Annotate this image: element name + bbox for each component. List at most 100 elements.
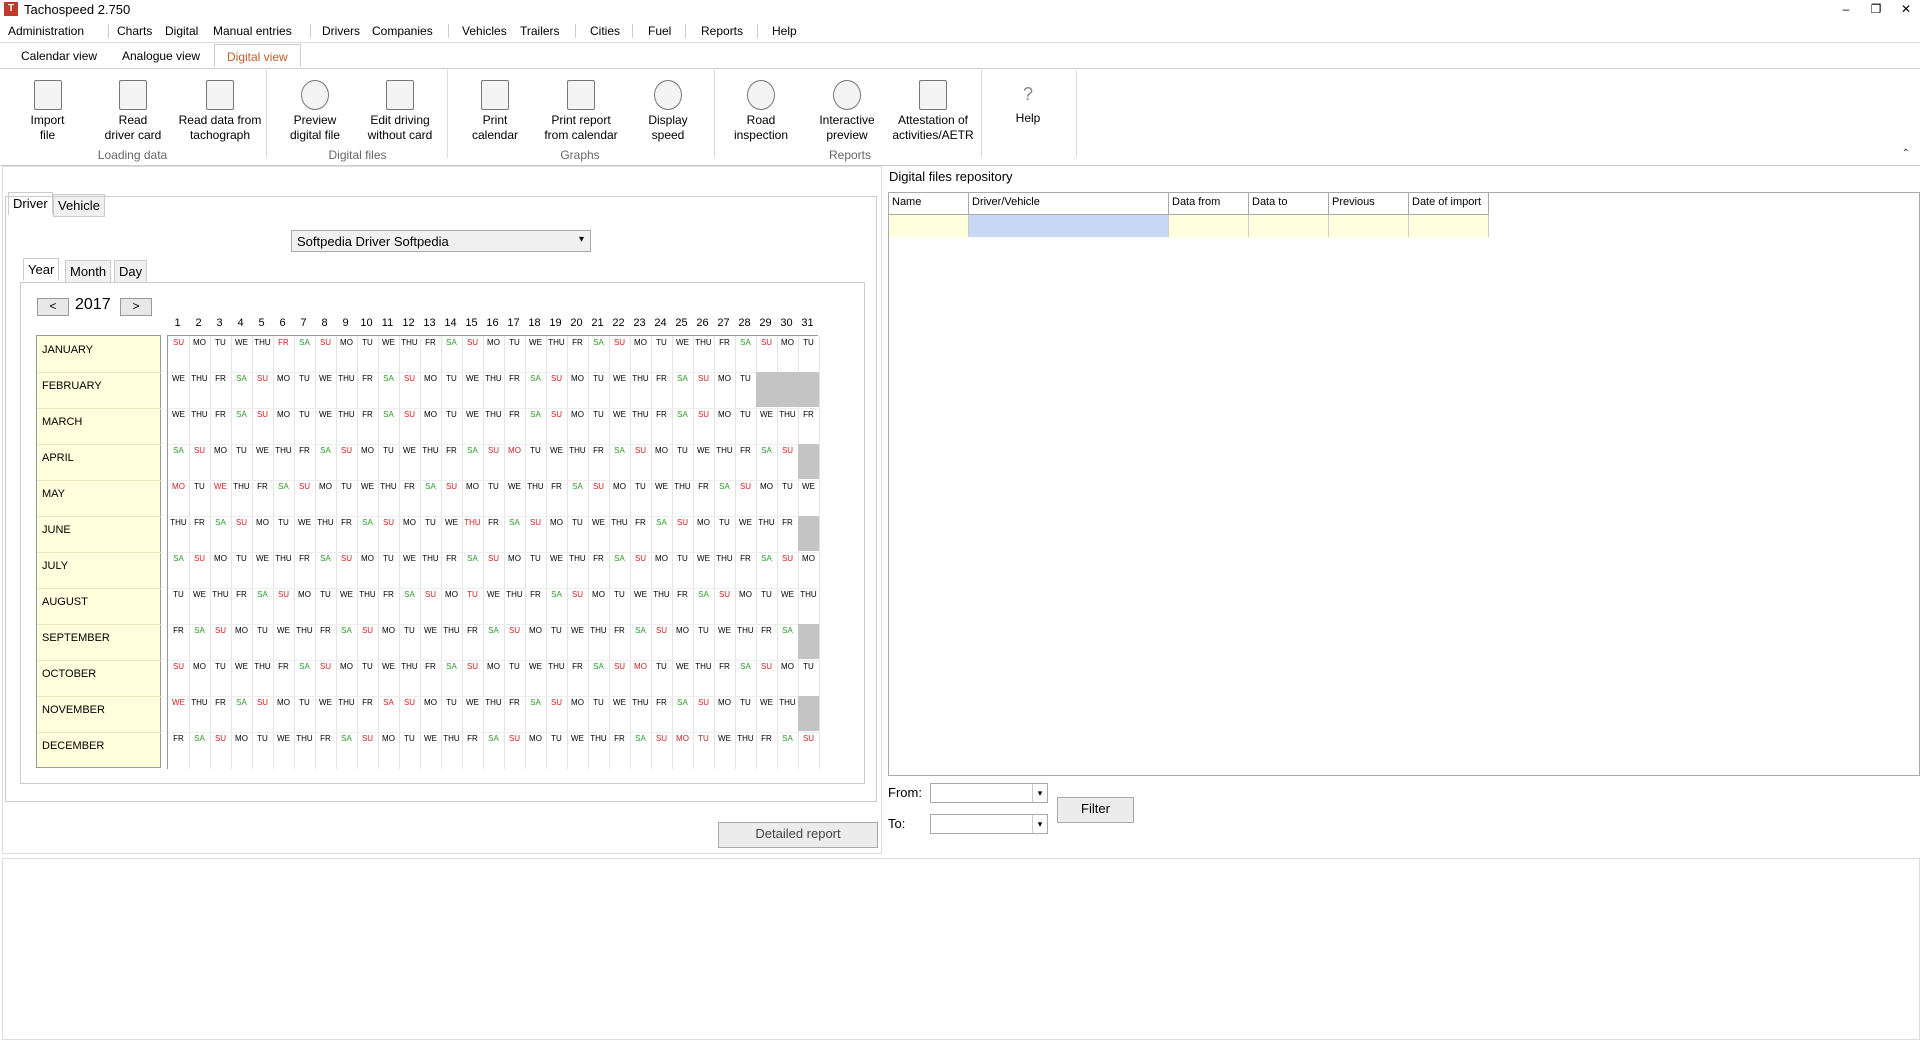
interactive-preview-button[interactable]: Interactive preview bbox=[811, 80, 883, 143]
calendar-day-cell[interactable]: THU bbox=[777, 410, 798, 419]
calendar-day-cell[interactable]: TU bbox=[441, 410, 462, 419]
calendar-day-cell[interactable]: MO bbox=[504, 554, 525, 563]
calendar-day-cell[interactable]: THU bbox=[714, 554, 735, 563]
calendar-day-cell[interactable]: WE bbox=[420, 734, 441, 743]
calendar-day-cell[interactable]: MO bbox=[651, 554, 672, 563]
calendar-day-cell[interactable]: MO bbox=[567, 410, 588, 419]
calendar-day-cell[interactable]: SA bbox=[357, 518, 378, 527]
calendar-day-cell[interactable]: FR bbox=[315, 734, 336, 743]
calendar-day-cell[interactable]: FR bbox=[546, 482, 567, 491]
calendar-day-cell[interactable]: TU bbox=[378, 446, 399, 455]
calendar-day-cell[interactable]: MO bbox=[525, 734, 546, 743]
calendar-day-cell[interactable]: TU bbox=[693, 626, 714, 635]
calendar-day-cell[interactable]: THU bbox=[693, 662, 714, 671]
calendar-day-cell[interactable]: SA bbox=[399, 590, 420, 599]
calendar-day-cell[interactable]: MO bbox=[462, 482, 483, 491]
calendar-day-cell[interactable]: FR bbox=[420, 662, 441, 671]
calendar-day-cell[interactable]: SA bbox=[714, 482, 735, 491]
calendar-day-cell[interactable]: TU bbox=[651, 338, 672, 347]
calendar-day-cell[interactable]: SU bbox=[189, 446, 210, 455]
calendar-day-cell[interactable]: WE bbox=[462, 410, 483, 419]
calendar-day-cell[interactable]: WE bbox=[504, 482, 525, 491]
tab-year[interactable]: Year bbox=[23, 258, 60, 281]
table-cell[interactable] bbox=[889, 215, 969, 237]
calendar-day-cell[interactable]: THU bbox=[546, 338, 567, 347]
calendar-day-cell[interactable]: WE bbox=[546, 554, 567, 563]
calendar-day-cell[interactable]: MO bbox=[651, 446, 672, 455]
calendar-day-cell[interactable]: THU bbox=[294, 734, 315, 743]
calendar-day-cell[interactable]: TU bbox=[252, 734, 273, 743]
calendar-day-cell[interactable]: FR bbox=[168, 626, 189, 635]
calendar-day-cell[interactable]: SA bbox=[735, 338, 756, 347]
calendar-day-cell[interactable]: MO bbox=[714, 698, 735, 707]
calendar-day-cell[interactable]: SU bbox=[567, 590, 588, 599]
calendar-day-cell[interactable]: WE bbox=[714, 626, 735, 635]
calendar-day-cell[interactable]: TU bbox=[210, 338, 231, 347]
calendar-day-cell[interactable]: MO bbox=[504, 446, 525, 455]
calendar-day-cell[interactable]: TU bbox=[168, 590, 189, 599]
next-year-button[interactable]: > bbox=[120, 298, 152, 316]
calendar-day-cell[interactable]: FR bbox=[231, 590, 252, 599]
calendar-day-cell[interactable]: MO bbox=[315, 482, 336, 491]
calendar-day-cell[interactable]: SA bbox=[315, 554, 336, 563]
calendar-day-cell[interactable]: MO bbox=[210, 554, 231, 563]
calendar-day-cell[interactable]: SU bbox=[651, 734, 672, 743]
calendar-day-cell[interactable]: SA bbox=[777, 626, 798, 635]
calendar-day-cell[interactable]: FR bbox=[315, 626, 336, 635]
calendar-day-cell[interactable]: THU bbox=[168, 518, 189, 527]
calendar-day-cell[interactable]: FR bbox=[357, 698, 378, 707]
calendar-day-cell[interactable]: WE bbox=[252, 446, 273, 455]
calendar-day-cell[interactable]: WE bbox=[714, 734, 735, 743]
calendar-day-cell[interactable]: SA bbox=[168, 554, 189, 563]
driver-select[interactable]: Softpedia Driver Softpedia ▾ bbox=[291, 230, 591, 252]
calendar-day-cell[interactable]: SA bbox=[483, 734, 504, 743]
calendar-day-cell[interactable]: WE bbox=[315, 410, 336, 419]
calendar-day-cell[interactable]: MO bbox=[399, 518, 420, 527]
calendar-day-cell[interactable]: WE bbox=[168, 410, 189, 419]
edit-driving-button[interactable]: Edit driving without card bbox=[360, 80, 440, 143]
calendar-day-cell[interactable]: MO bbox=[777, 338, 798, 347]
calendar-day-cell[interactable]: SU bbox=[378, 518, 399, 527]
calendar-day-cell[interactable]: TU bbox=[735, 374, 756, 383]
calendar-day-cell[interactable]: WE bbox=[525, 338, 546, 347]
attestation-button[interactable]: Attestation of activities/AETR bbox=[887, 80, 979, 143]
calendar-day-cell[interactable]: SA bbox=[378, 410, 399, 419]
calendar-day-cell[interactable]: MO bbox=[525, 626, 546, 635]
calendar-day-cell[interactable]: MO bbox=[189, 662, 210, 671]
calendar-day-cell[interactable]: SU bbox=[693, 410, 714, 419]
calendar-day-cell[interactable]: THU bbox=[483, 374, 504, 383]
calendar-day-cell[interactable]: WE bbox=[693, 446, 714, 455]
calendar-day-cell[interactable]: FR bbox=[504, 698, 525, 707]
menu-help[interactable]: Help bbox=[772, 24, 797, 38]
calendar-day-cell[interactable]: FR bbox=[609, 626, 630, 635]
calendar-day-cell[interactable]: FR bbox=[462, 734, 483, 743]
calendar-day-cell[interactable]: FR bbox=[714, 338, 735, 347]
calendar-day-cell[interactable]: MO bbox=[714, 410, 735, 419]
calendar-day-cell[interactable]: SU bbox=[168, 662, 189, 671]
calendar-day-cell[interactable]: SU bbox=[483, 554, 504, 563]
calendar-day-cell[interactable]: WE bbox=[462, 374, 483, 383]
calendar-day-cell[interactable]: FR bbox=[777, 518, 798, 527]
menu-digital[interactable]: Digital bbox=[165, 24, 198, 38]
calendar-day-cell[interactable]: MO bbox=[588, 590, 609, 599]
column-header-data-to[interactable]: Data to bbox=[1249, 193, 1329, 215]
calendar-day-cell[interactable]: TU bbox=[441, 374, 462, 383]
calendar-day-cell[interactable]: SU bbox=[210, 734, 231, 743]
column-header-date-of-import[interactable]: Date of import bbox=[1409, 193, 1489, 215]
calendar-day-cell[interactable]: TU bbox=[798, 338, 819, 347]
calendar-day-cell[interactable]: TU bbox=[210, 662, 231, 671]
calendar-day-cell[interactable]: TU bbox=[546, 626, 567, 635]
calendar-day-cell[interactable]: FR bbox=[756, 734, 777, 743]
calendar-day-cell[interactable]: TU bbox=[252, 626, 273, 635]
calendar-day-cell[interactable]: FR bbox=[336, 518, 357, 527]
tab-analogue-view[interactable]: Analogue view bbox=[122, 49, 200, 63]
calendar-day-cell[interactable]: SA bbox=[672, 410, 693, 419]
calendar-day-cell[interactable]: SU bbox=[168, 338, 189, 347]
calendar-day-cell[interactable]: FR bbox=[567, 338, 588, 347]
calendar-day-cell[interactable]: MO bbox=[336, 338, 357, 347]
print-calendar-button[interactable]: Print calendar bbox=[465, 80, 525, 143]
calendar-day-cell[interactable]: MO bbox=[420, 698, 441, 707]
calendar-day-cell[interactable]: SA bbox=[777, 734, 798, 743]
calendar-day-cell[interactable]: FR bbox=[210, 698, 231, 707]
calendar-day-cell[interactable]: TU bbox=[588, 410, 609, 419]
